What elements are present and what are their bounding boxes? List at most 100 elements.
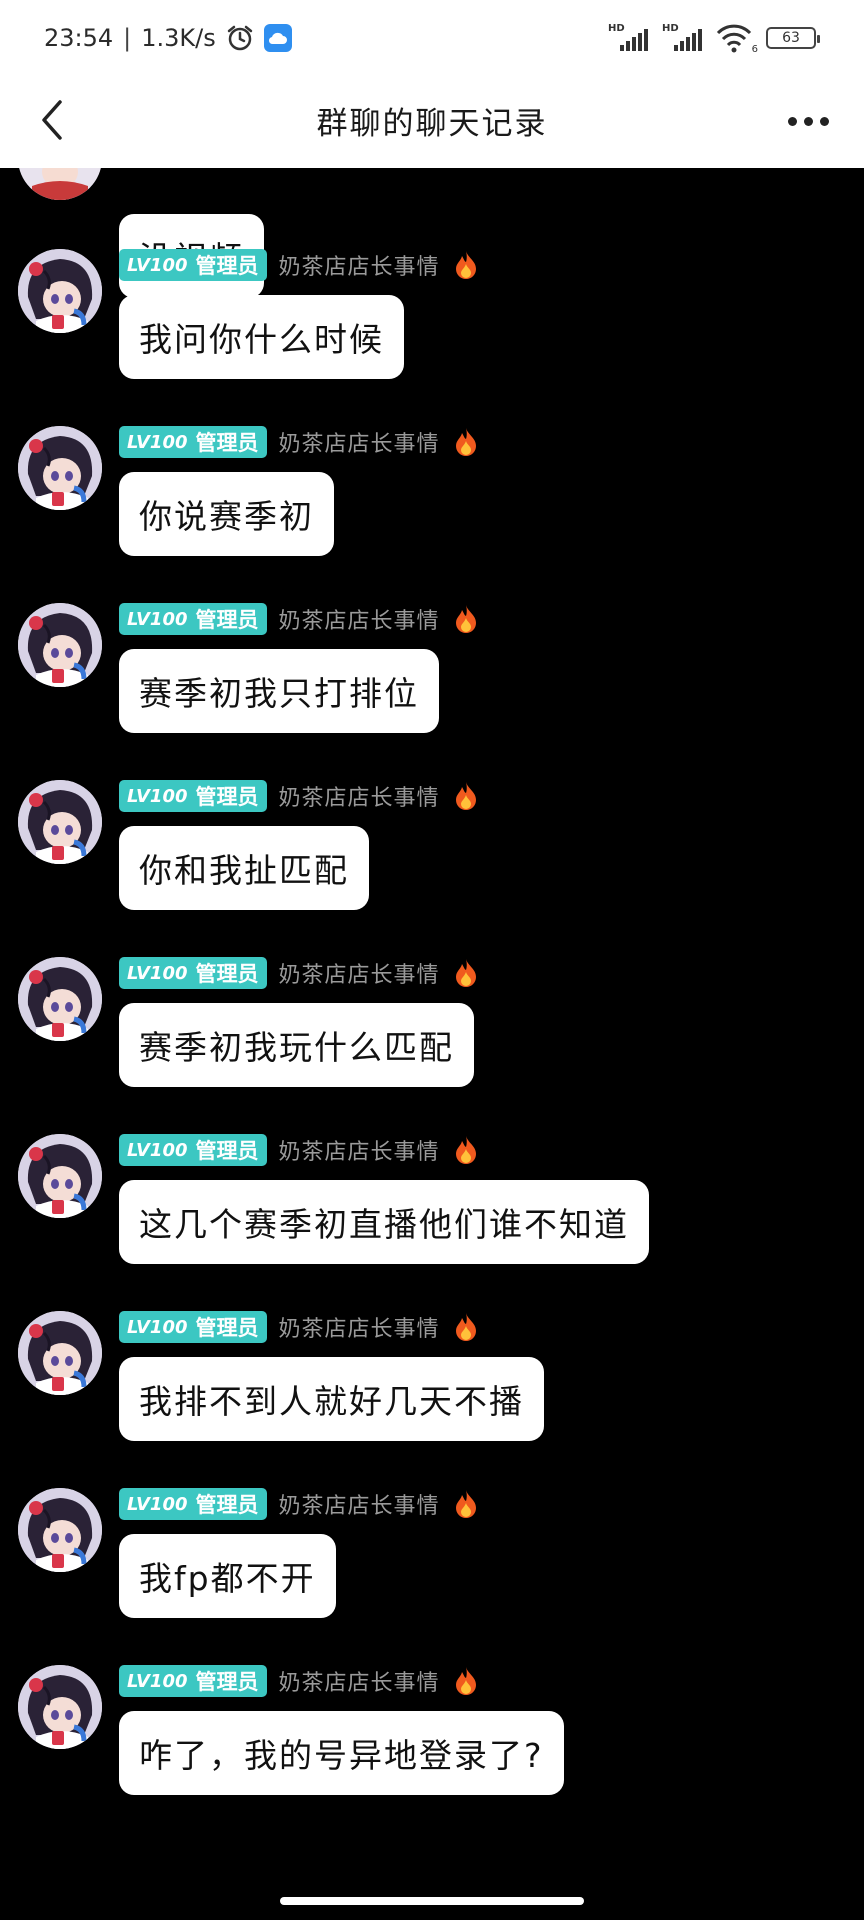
sender-meta: LV100 管理员 奶茶店店长事情 <box>119 603 480 635</box>
sender-meta: LV100 管理员 奶茶店店长事情 <box>119 1134 480 1166</box>
message-bubble[interactable]: 你说赛季初 <box>119 472 334 556</box>
chat-message: LV100 管理员 奶茶店店长事情你和我扯匹配 <box>0 780 864 957</box>
clock-time: 23:54 <box>44 24 114 52</box>
cellular-signal-2-icon: HD <box>662 23 702 53</box>
sender-name[interactable]: 奶茶店店长事情 <box>279 1665 440 1697</box>
admin-badge: LV100 管理员 <box>119 957 267 989</box>
avatar[interactable] <box>18 1665 102 1749</box>
fire-icon <box>452 604 480 634</box>
more-dots-icon <box>787 116 797 126</box>
role-label: 管理员 <box>195 1316 259 1340</box>
message-bubble[interactable]: 咋了，我的号异地登录了? <box>119 1711 564 1795</box>
avatar[interactable] <box>18 1311 102 1395</box>
admin-badge: LV100 管理员 <box>119 426 267 458</box>
fire-icon <box>452 1666 480 1696</box>
chat-history[interactable]: 没视频 LV100管理员奶茶店店长事情我问你什么时候LV100管理员奶茶店店长事… <box>0 168 864 1920</box>
admin-badge: LV100 管理员 <box>119 249 267 281</box>
message-bubble[interactable]: 这几个赛季初直播他们谁不知道 <box>119 1180 649 1264</box>
level-label: LV100 <box>127 1670 188 1692</box>
message-bubble[interactable]: 赛季初我只打排位 <box>119 649 439 733</box>
role-label: 管理员 <box>195 1139 259 1163</box>
fire-icon <box>452 1489 480 1519</box>
avatar[interactable] <box>18 249 102 333</box>
sender-meta: LV100 管理员 奶茶店店长事情 <box>119 249 480 281</box>
fire-icon <box>452 781 480 811</box>
sender-name[interactable]: 奶茶店店长事情 <box>279 957 440 989</box>
admin-badge: LV100 管理员 <box>119 1134 267 1166</box>
chat-message: LV100 管理员 奶茶店店长事情咋了，我的号异地登录了? <box>0 1665 864 1842</box>
level-label: LV100 <box>127 254 188 276</box>
role-label: 管理员 <box>195 608 259 632</box>
avatar[interactable] <box>18 603 102 687</box>
sender-name[interactable]: 奶茶店店长事情 <box>279 1134 440 1166</box>
level-label: LV100 <box>127 431 188 453</box>
page-title: 群聊的聊天记录 <box>316 106 548 142</box>
sender-name[interactable]: 奶茶店店长事情 <box>279 603 440 635</box>
avatar[interactable] <box>18 1488 102 1572</box>
message-bubble[interactable]: 你和我扯匹配 <box>119 826 369 910</box>
admin-badge: LV100 管理员 <box>119 780 267 812</box>
role-label: 管理员 <box>195 1493 259 1517</box>
chat-message: LV100 管理员 奶茶店店长事情我fp都不开 <box>0 1488 864 1665</box>
level-label: LV100 <box>127 608 188 630</box>
more-options-button[interactable] <box>778 96 838 146</box>
sender-name[interactable]: 奶茶店店长事情 <box>279 249 440 281</box>
avatar[interactable] <box>18 168 102 200</box>
admin-badge: LV100 管理员 <box>119 1488 267 1520</box>
sender-name[interactable]: 奶茶店店长事情 <box>279 1311 440 1343</box>
fire-icon <box>452 1135 480 1165</box>
sender-name[interactable]: 奶茶店店长事情 <box>279 780 440 812</box>
level-label: LV100 <box>127 1493 188 1515</box>
sender-meta: LV100 管理员 奶茶店店长事情 <box>119 1488 480 1520</box>
role-label: 管理员 <box>195 785 259 809</box>
level-label: LV100 <box>127 1139 188 1161</box>
avatar[interactable] <box>18 426 102 510</box>
status-separator: | <box>123 24 132 52</box>
avatar[interactable] <box>18 780 102 864</box>
chat-message: LV100 管理员 奶茶店店长事情赛季初我只打排位 <box>0 603 864 780</box>
status-left: 23:54 | 1.3K/s <box>44 22 292 54</box>
battery-level: 63 <box>782 30 800 46</box>
sender-meta: LV100 管理员 奶茶店店长事情 <box>119 1311 480 1343</box>
admin-badge: LV100 管理员 <box>119 603 267 635</box>
level-label: LV100 <box>127 785 188 807</box>
chat-message: LV100 管理员 奶茶店店长事情赛季初我玩什么匹配 <box>0 957 864 1134</box>
admin-badge: LV100 管理员 <box>119 1311 267 1343</box>
message-bubble[interactable]: 我排不到人就好几天不播 <box>119 1357 544 1441</box>
battery-indicator: 63 <box>766 27 820 49</box>
chat-message: LV100 管理员 奶茶店店长事情我排不到人就好几天不播 <box>0 1311 864 1488</box>
chat-message: LV100 管理员 奶茶店店长事情我问你什么时候 <box>0 249 864 426</box>
level-label: LV100 <box>127 1316 188 1338</box>
message-bubble[interactable]: 赛季初我玩什么匹配 <box>119 1003 474 1087</box>
fire-icon <box>452 250 480 280</box>
wifi-icon: 6 <box>716 23 758 55</box>
role-label: 管理员 <box>195 431 259 455</box>
network-speed: 1.3K/s <box>141 24 216 52</box>
level-label: LV100 <box>127 962 188 984</box>
message-bubble[interactable]: 我fp都不开 <box>119 1534 336 1618</box>
role-label: 管理员 <box>195 1670 259 1694</box>
cellular-signal-1-icon: HD <box>608 23 648 53</box>
avatar[interactable] <box>18 1134 102 1218</box>
top-bar: 23:54 | 1.3K/s HD HD 6 63 群聊的聊天记录 <box>0 0 864 168</box>
fire-icon <box>452 958 480 988</box>
sender-name[interactable]: 奶茶店店长事情 <box>279 1488 440 1520</box>
message-bubble[interactable]: 我问你什么时候 <box>119 295 404 379</box>
home-indicator[interactable] <box>280 1897 584 1905</box>
cloud-icon <box>263 24 292 52</box>
admin-badge: LV100 管理员 <box>119 1665 267 1697</box>
role-label: 管理员 <box>195 254 259 278</box>
fire-icon <box>452 427 480 457</box>
chat-message: LV100 管理员 奶茶店店长事情这几个赛季初直播他们谁不知道 <box>0 1134 864 1311</box>
status-right: HD HD 6 63 <box>608 22 820 55</box>
status-bar: 23:54 | 1.3K/s HD HD 6 63 <box>0 0 864 74</box>
alarm-clock-icon <box>227 25 253 51</box>
wifi-sub-label: 6 <box>751 44 758 55</box>
sender-meta: LV100 管理员 奶茶店店长事情 <box>119 957 480 989</box>
header: 群聊的聊天记录 <box>0 74 864 168</box>
avatar[interactable] <box>18 957 102 1041</box>
chat-message: LV100 管理员 奶茶店店长事情你说赛季初 <box>0 426 864 603</box>
sender-name[interactable]: 奶茶店店长事情 <box>279 426 440 458</box>
sender-meta: LV100 管理员 奶茶店店长事情 <box>119 426 480 458</box>
sender-meta: LV100 管理员 奶茶店店长事情 <box>119 1665 480 1697</box>
